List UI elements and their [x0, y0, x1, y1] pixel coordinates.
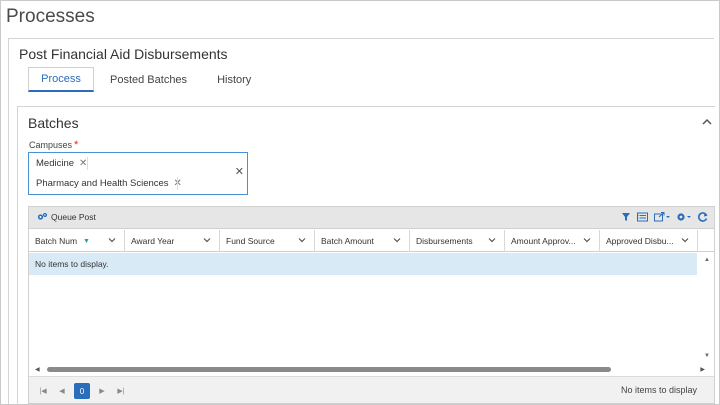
disbursements-panel: Post Financial Aid Disbursements Process… — [8, 38, 715, 405]
column-header[interactable]: Batch Amount — [315, 230, 410, 252]
grid-pager: |◀ ◀ 0 ▶ ▶| No items to display — [29, 376, 714, 403]
chevron-down-icon[interactable] — [298, 236, 306, 246]
batches-grid: Queue Post Batch Num ▼ Award Year Fund S… — [28, 206, 715, 404]
column-header[interactable]: Disbursements — [410, 230, 505, 252]
required-marker: * — [74, 139, 79, 151]
column-header[interactable]: Fund Source — [220, 230, 315, 252]
scroll-down-arrow-icon[interactable]: ▼ — [704, 353, 710, 359]
first-page-icon[interactable]: |◀ — [35, 383, 51, 399]
settings-icon[interactable] — [676, 212, 692, 222]
export-icon[interactable] — [654, 212, 670, 222]
scroll-right-arrow-icon[interactable]: ▶ — [700, 366, 705, 373]
tab-bar: Process Posted Batches History — [28, 67, 267, 92]
empty-message-row: No items to display. — [29, 253, 697, 275]
campus-chip-label: Medicine — [36, 157, 75, 169]
column-header-label: Disbursements — [416, 236, 473, 246]
campuses-multiselect[interactable]: Medicine ✕ Pharmacy and Health Sciences … — [28, 152, 248, 195]
column-list-icon[interactable] — [637, 212, 648, 222]
refresh-icon[interactable] — [698, 212, 708, 222]
tab-history[interactable]: History — [203, 67, 267, 92]
clear-selection-icon[interactable]: ✕ — [235, 165, 244, 178]
column-header[interactable]: Award Year — [125, 230, 220, 252]
chevron-down-icon[interactable] — [488, 236, 496, 246]
next-page-icon[interactable]: ▶ — [94, 383, 110, 399]
grid-toolbar: Queue Post — [29, 207, 714, 229]
campus-chip: Medicine ✕ — [32, 155, 91, 171]
tab-process[interactable]: Process — [28, 67, 94, 92]
column-header-label: Amount Approv... — [511, 236, 576, 246]
chevron-down-icon[interactable] — [681, 236, 689, 246]
queue-post-button[interactable]: Queue Post — [37, 212, 96, 222]
batches-section: Batches Campuses * Medicine ✕ Pharmacy an… — [17, 106, 715, 405]
column-header-label: Award Year — [131, 236, 175, 246]
column-header-label: Approved Disbu... — [606, 236, 674, 246]
column-header-label: Batch Amount — [321, 236, 374, 246]
chevron-up-icon[interactable] — [701, 115, 715, 129]
chevron-down-icon[interactable] — [108, 236, 116, 246]
campus-chip: Pharmacy and Health Sciences ✕ — [32, 175, 186, 191]
scroll-up-arrow-icon[interactable]: ▲ — [704, 257, 710, 263]
panel-title: Post Financial Aid Disbursements — [19, 46, 228, 62]
scrollbar-thumb[interactable] — [47, 367, 611, 372]
previous-page-icon[interactable]: ◀ — [54, 383, 70, 399]
campuses-label-text: Campuses — [29, 140, 73, 150]
section-title: Batches — [28, 115, 79, 131]
column-header-label: Fund Source — [226, 236, 275, 246]
toolbar-icons — [621, 212, 708, 222]
current-page-button[interactable]: 0 — [74, 383, 90, 399]
campus-chip-label: Pharmacy and Health Sciences — [36, 177, 169, 189]
sort-indicator-icon: ▼ — [83, 237, 90, 245]
chip-divider — [87, 157, 88, 170]
column-header[interactable]: Batch Num ▼ — [29, 230, 125, 252]
column-header[interactable]: Approved Disbu... — [600, 230, 698, 252]
pager-status: No items to display — [620, 385, 697, 395]
campuses-label: Campuses * — [29, 139, 78, 151]
chevron-down-icon[interactable] — [393, 236, 401, 246]
filter-icon[interactable] — [621, 212, 631, 222]
page-title: Processes — [6, 6, 95, 27]
gears-icon — [37, 213, 47, 220]
tab-posted-batches[interactable]: Posted Batches — [94, 67, 203, 92]
chevron-down-icon[interactable] — [583, 236, 591, 246]
column-header[interactable]: Amount Approv... — [505, 230, 600, 252]
chevron-down-icon[interactable] — [203, 236, 211, 246]
last-page-icon[interactable]: ▶| — [113, 383, 129, 399]
horizontal-scrollbar[interactable]: ◀ ▶ — [33, 366, 705, 374]
chip-divider — [177, 177, 178, 190]
grid-header-row: Batch Num ▼ Award Year Fund Source Batch… — [29, 230, 714, 252]
scroll-left-arrow-icon[interactable]: ◀ — [35, 366, 40, 373]
queue-post-label: Queue Post — [51, 212, 96, 222]
column-header-label: Batch Num — [35, 236, 78, 246]
